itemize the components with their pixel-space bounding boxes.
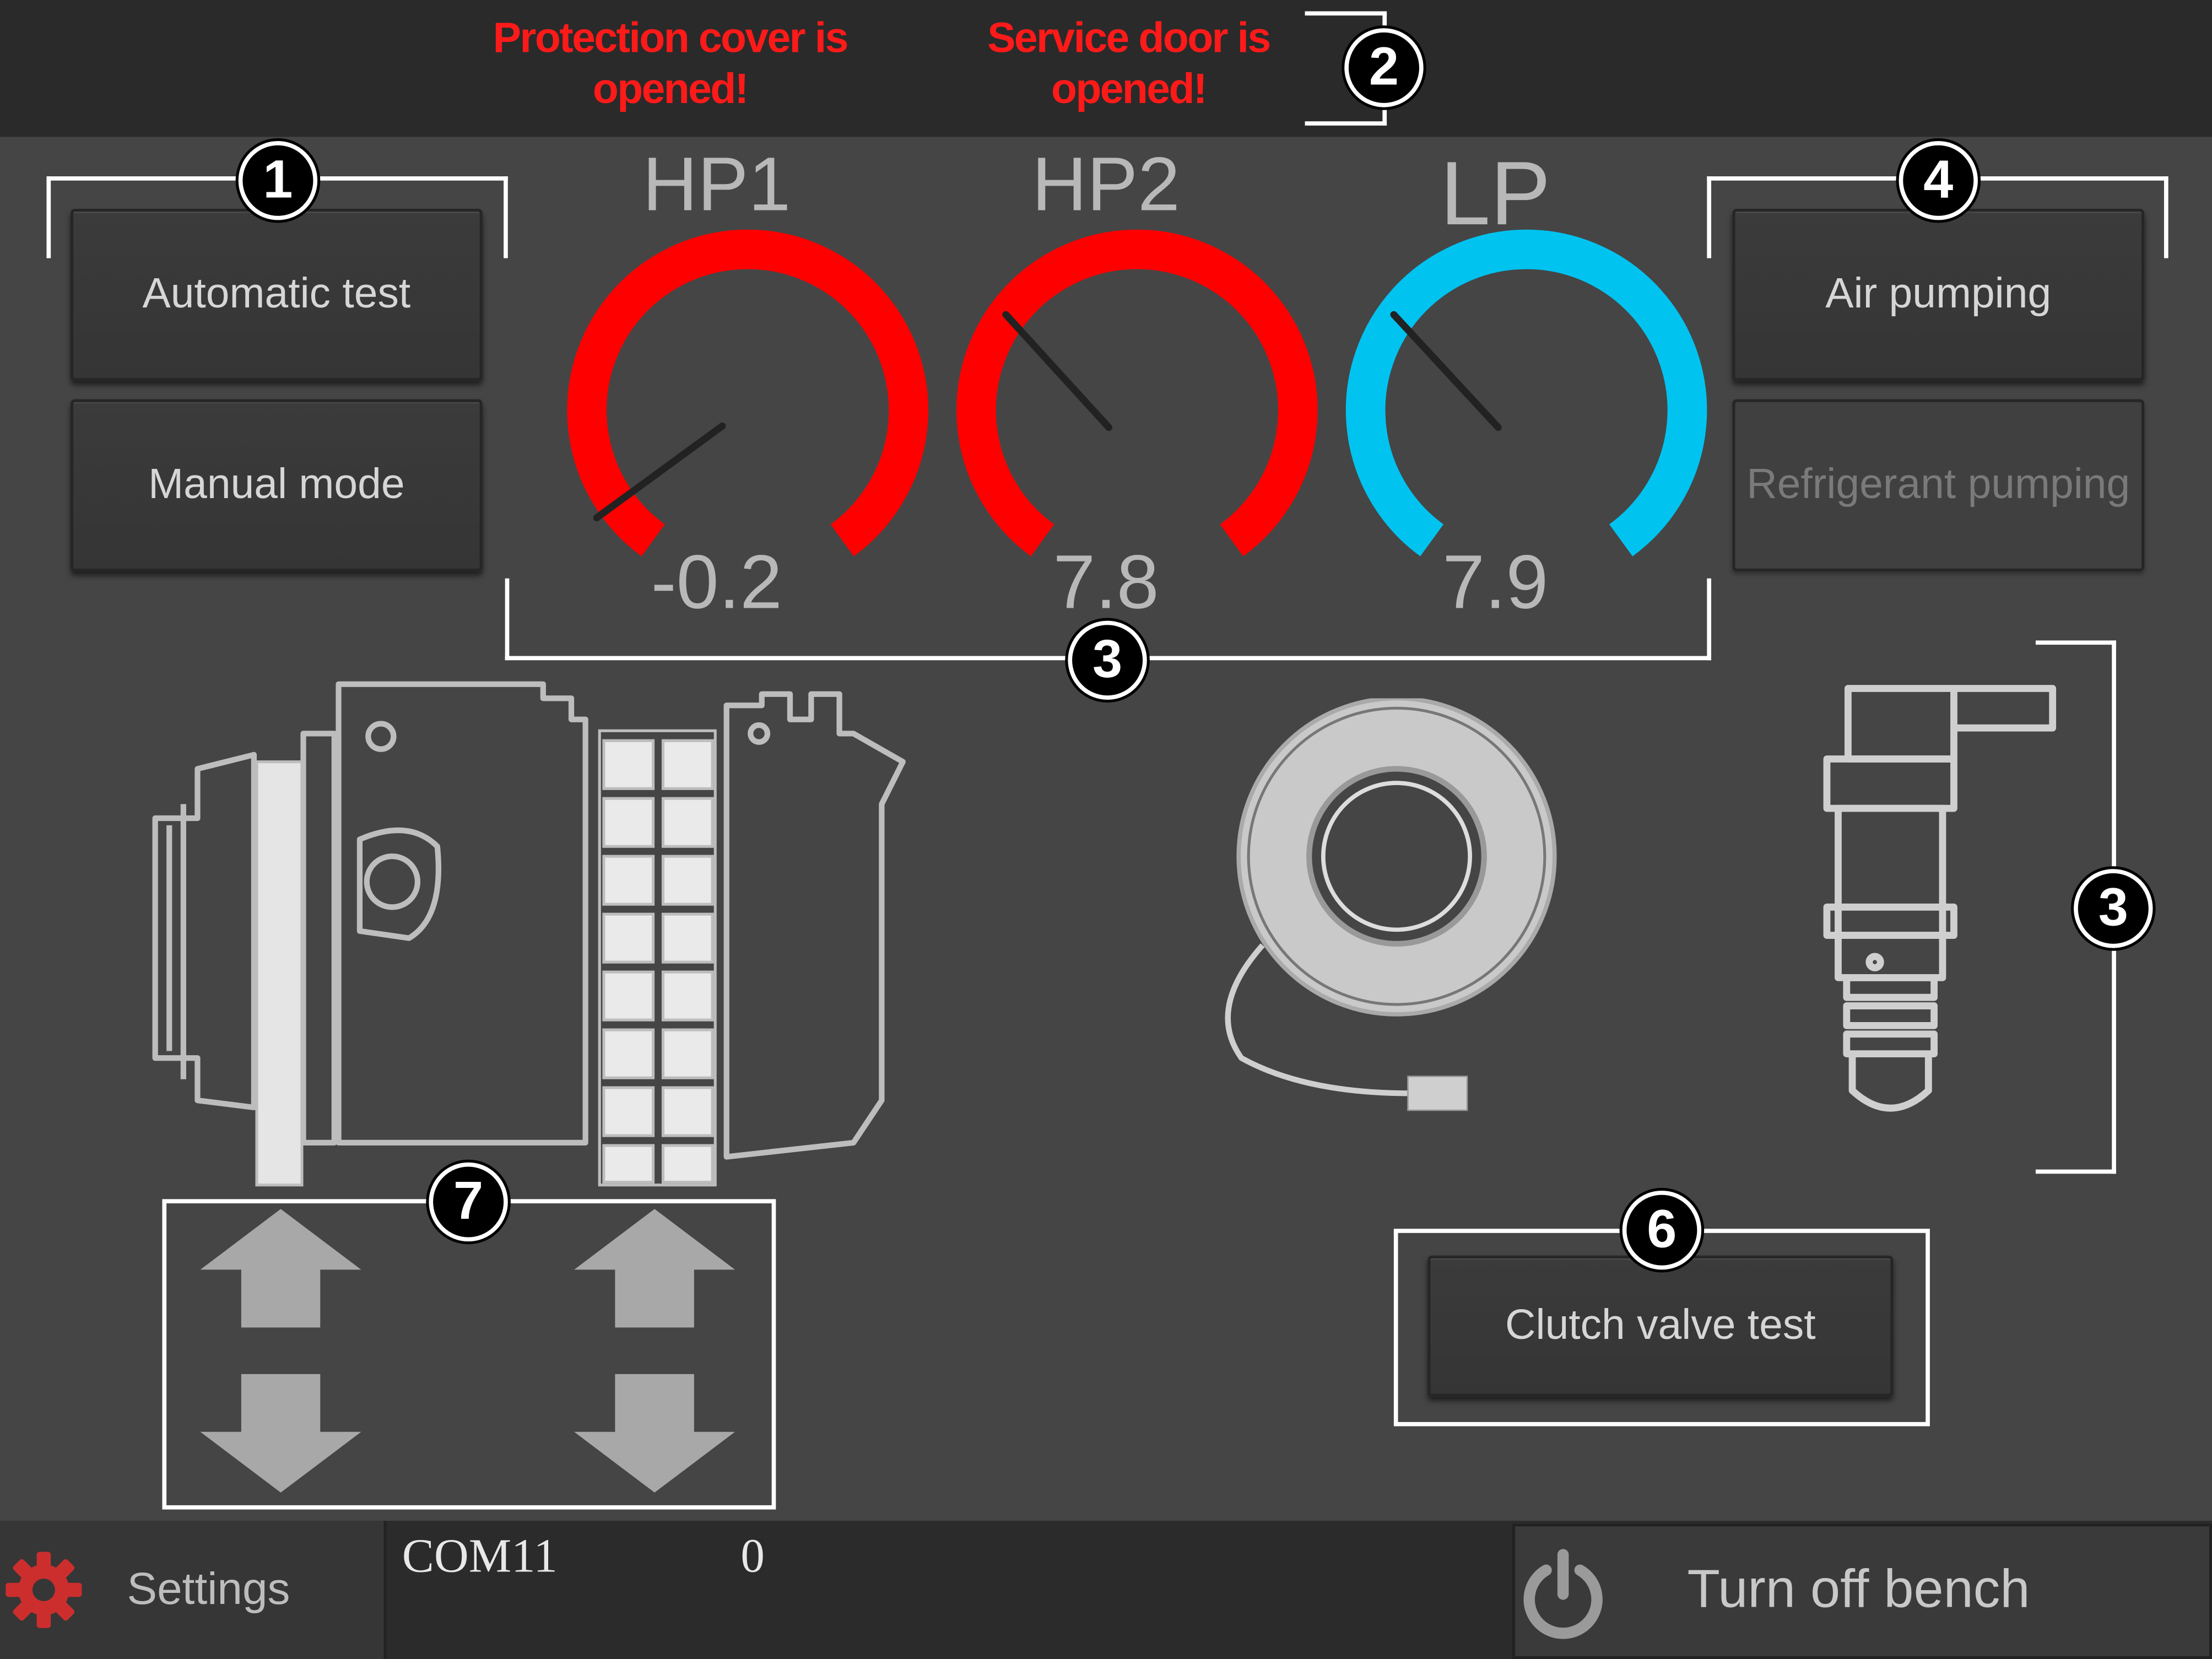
- protection-cover-warning: Protection cover is opened!: [493, 15, 849, 113]
- compressor-cylinders: [255, 729, 717, 1187]
- turn-off-bench-button[interactable]: Turn off bench: [1512, 1523, 2212, 1659]
- control-valve-illustration: [1823, 685, 2057, 1112]
- valve-body: [1835, 804, 1946, 939]
- settings-label: Settings: [127, 1563, 290, 1614]
- refrigerant-pumping-button[interactable]: Refrigerant pumping: [1732, 399, 2145, 571]
- power-icon: [1523, 1549, 1603, 1639]
- compressor-illustration: [152, 681, 906, 1187]
- pulley-grooves: [166, 804, 186, 1079]
- callout-7: 7: [429, 1162, 508, 1242]
- housing-bolt: [365, 721, 397, 752]
- valve-collar: [1823, 755, 1957, 812]
- manual-mode-button[interactable]: Manual mode: [71, 399, 483, 571]
- callout-4: 4: [1899, 141, 1978, 220]
- coil-connector: [1407, 1076, 1468, 1111]
- gear-icon: [6, 1552, 82, 1628]
- gauge-arc-hp1: [567, 229, 928, 556]
- callout-2: 2: [1344, 28, 1424, 107]
- turn-off-bench-label: Turn off bench: [1687, 1560, 2030, 1620]
- callout-1: 1: [238, 141, 318, 220]
- gauge-needle-hp2: [1002, 311, 1113, 431]
- pulley-belt: [300, 731, 337, 1146]
- compressor-housing: [336, 681, 588, 1146]
- housing-port: [356, 827, 441, 941]
- arrow-up-icon: [574, 1209, 735, 1328]
- gauge-hp1: [567, 229, 928, 556]
- gauge-arc-hp2: [956, 229, 1318, 556]
- arrow-down-icon: [200, 1374, 361, 1493]
- service-door-warning: Service door is opened!: [987, 15, 1271, 113]
- port-ring: [364, 853, 421, 910]
- piston-1-up-arrow[interactable]: [197, 1206, 364, 1330]
- clutch-coil-illustration: [1225, 698, 1557, 1111]
- piston-1-down-arrow[interactable]: [197, 1371, 364, 1495]
- clutch-valve-test-button[interactable]: Clutch valve test: [1427, 1255, 1894, 1397]
- settings-button[interactable]: Settings: [0, 1521, 387, 1659]
- callout-3-gauges: 3: [1068, 620, 1147, 700]
- arrow-up-icon: [200, 1209, 361, 1328]
- valve-tip: [1848, 1055, 1932, 1112]
- pressure-gauges: [567, 229, 1707, 556]
- piston-2-down-arrow[interactable]: [571, 1371, 738, 1495]
- com-port-label: COM11: [402, 1531, 558, 1583]
- gauge-label-hp2: HP2: [1031, 142, 1180, 228]
- gauge-label-hp1: HP1: [642, 142, 791, 228]
- status-counter: 0: [740, 1531, 765, 1583]
- gauge-arc-lp: [1345, 229, 1707, 556]
- gauge-needle-lp: [1390, 311, 1502, 431]
- arrow-down-icon: [574, 1374, 735, 1493]
- callout-6: 6: [1622, 1190, 1702, 1270]
- rear-bolt: [748, 722, 771, 745]
- compressor-rear-head: [723, 691, 906, 1160]
- gauge-lp: [1345, 229, 1707, 556]
- gauge-hp2: [956, 229, 1318, 556]
- coil-hole: [1321, 781, 1472, 932]
- bench-control-screen: Protection cover is opened! Service door…: [0, 0, 2212, 1659]
- callout-3-valves: 3: [2074, 869, 2153, 948]
- piston-2-up-arrow[interactable]: [571, 1206, 738, 1330]
